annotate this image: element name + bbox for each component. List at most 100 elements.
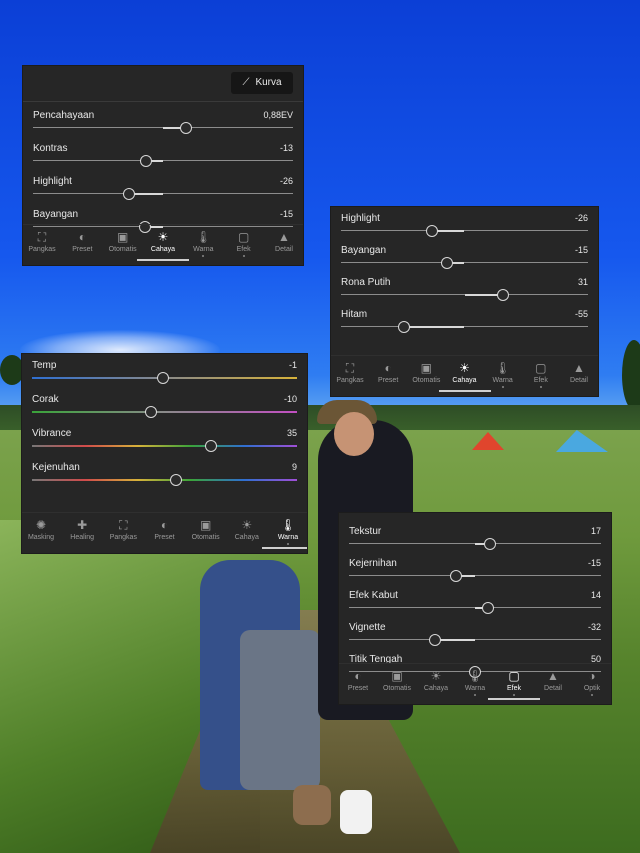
tab-cahaya[interactable]: ☀ Cahaya [141,229,185,253]
slider-thumb[interactable] [484,538,497,550]
slider-vibrance[interactable]: Vibrance 35 [32,428,297,460]
slider-thumb[interactable] [426,225,439,237]
tab-preset[interactable]: ◐ Preset [143,517,187,541]
tab-label: Warna [193,246,214,253]
slider-hitam[interactable]: Hitam -55 [341,309,588,341]
tab-warna[interactable]: 🌡 Warna [266,517,307,545]
slider-track[interactable] [349,542,601,545]
slider-thumb[interactable] [170,474,183,486]
tab-warna[interactable]: 🌡 Warna [181,229,225,257]
tab-pangkas[interactable]: ⛶ Pangkas [101,517,145,541]
slider-thumb[interactable] [157,372,170,384]
slider-kontras[interactable]: Kontras -13 [33,143,293,175]
slider-value: 9 [291,462,297,472]
tab-detail[interactable]: ▲ Detail [262,229,303,253]
slider-bayangan[interactable]: Bayangan -15 [341,245,588,277]
curve-button[interactable]: ⟋ Kurva [231,72,293,94]
tab-optik[interactable]: ◑ Optik [570,668,611,696]
slider-label: Efek Kabut [349,590,398,601]
tab-preset[interactable]: ◐ Preset [339,668,380,692]
slider-highlight[interactable]: Highlight -26 [341,213,588,245]
slider-pencahayaan[interactable]: Pencahayaan 0,88EV [33,110,293,142]
tab-cahaya[interactable]: ☀ Cahaya [414,668,458,692]
slider-track[interactable] [341,229,588,232]
slider-kejenuhan[interactable]: Kejenuhan 9 [32,462,297,494]
slider-track[interactable] [32,445,297,447]
slider-value: 17 [590,526,601,536]
tab-otomatis[interactable]: ▣ Otomatis [184,517,228,541]
tab-efek[interactable]: ▢ Efek [222,229,266,257]
slider-track[interactable] [341,293,588,296]
slider-value: -15 [574,245,588,255]
slider-thumb[interactable] [441,257,454,269]
preset-icon: ◐ [78,230,86,244]
slider-thumb[interactable] [140,155,153,167]
slider-track[interactable] [33,192,293,195]
tab-label: Efek [506,685,521,692]
crop-icon: ⛶ [37,230,47,244]
tab-efek[interactable]: ▢ Efek [492,668,536,696]
tab-otomatis[interactable]: ▣ Otomatis [375,668,419,692]
slider-value: -26 [574,213,588,223]
effects-icon: ▢ [237,230,250,244]
slider-thumb[interactable] [145,406,158,418]
slider-thumb[interactable] [123,188,136,200]
preset-icon: ◐ [160,518,169,532]
slider-value: -1 [288,360,297,370]
tab-detail[interactable]: ▲ Detail [557,360,598,384]
slider-thumb[interactable] [481,602,494,614]
slider-label: Bayangan [341,245,387,256]
tab-preset[interactable]: ◐ Preset [60,229,104,253]
slider-highlight[interactable]: Highlight -26 [33,176,293,208]
slider-track[interactable] [32,411,297,413]
tab-label: Cahaya [150,246,176,253]
slider-temp[interactable]: Temp -1 [32,360,297,392]
slider-vignette[interactable]: Vignette -32 [349,622,601,654]
tab-cahaya[interactable]: ☀ Cahaya [225,517,269,541]
crop-icon: ⛶ [119,518,128,532]
slider-label: Temp [32,360,57,371]
slider-track[interactable] [341,325,588,328]
slider-label: Highlight [33,176,72,187]
slider-efek-kabut[interactable]: Efek Kabut 14 [349,590,601,622]
tab-warna[interactable]: 🌡 Warna [453,668,497,696]
tab-label: Healing [70,534,95,541]
slider-track[interactable] [349,574,601,577]
slider-thumb[interactable] [397,321,410,333]
slider-track[interactable] [349,638,601,641]
tool-bar: ✺ Masking ✚ Healing ⛶ Pangkas ◐ Preset ▣ Otomatis… [22,512,307,553]
slider-corak[interactable]: Corak -10 [32,394,297,426]
slider-kejernihan[interactable]: Kejernihan -15 [349,558,601,590]
tree [622,340,640,410]
slider-track[interactable] [341,261,588,264]
tab-detail[interactable]: ▲ Detail [531,668,575,692]
slider-value: 0,88EV [263,110,293,120]
submenu-dot [513,694,515,696]
slider-track[interactable] [33,126,293,129]
slider-thumb[interactable] [180,122,193,134]
tab-pangkas[interactable]: ⛶ Pangkas [23,229,64,253]
tab-healing[interactable]: ✚ Healing [60,517,104,541]
slider-tekstur[interactable]: Tekstur 17 [349,526,601,558]
slider-track[interactable] [33,159,293,162]
tab-label: Otomatis [382,685,411,692]
tab-label: Preset [347,685,369,692]
active-tab-indicator [438,390,491,392]
slider-track[interactable] [349,606,601,609]
slider-thumb[interactable] [496,289,509,301]
tab-masking[interactable]: ✺ Masking [22,517,63,541]
slider-thumb[interactable] [450,570,463,582]
slider-value: -10 [283,394,297,404]
slider-value: 35 [286,428,297,438]
tool-bar: ⛶ Pangkas ◐ Preset ▣ Otomatis ☀ Cahaya 🌡 Warna ▢ Ef… [23,224,303,265]
optics-icon: ◑ [588,669,596,683]
slider-track[interactable] [32,479,297,481]
masking-icon: ✺ [35,518,47,532]
slider-thumb[interactable] [428,634,441,646]
slider-label: Bayangan [33,209,79,220]
tab-label: Optik [583,685,601,692]
slider-label: Highlight [341,213,380,224]
slider-rona-putih[interactable]: Rona Putih 31 [341,277,588,309]
tab-otomatis[interactable]: ▣ Otomatis [101,229,145,253]
slider-thumb[interactable] [204,440,217,452]
